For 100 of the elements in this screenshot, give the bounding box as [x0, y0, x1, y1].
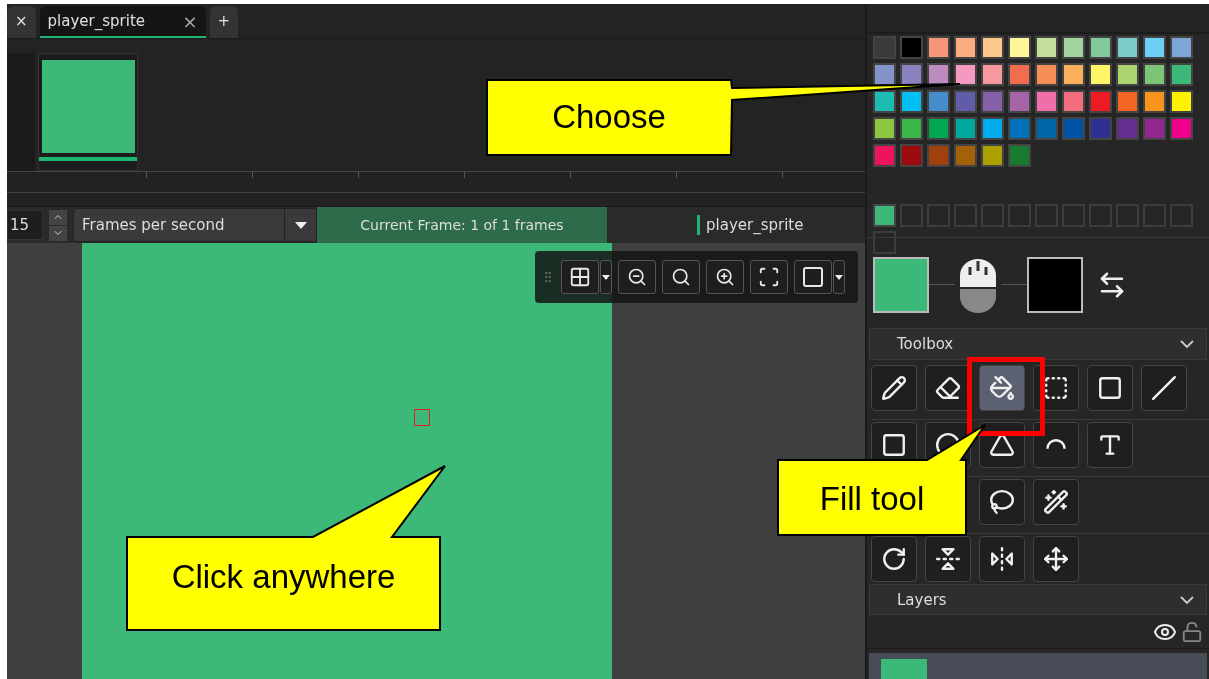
zoom-reset-button[interactable] [662, 260, 700, 294]
tool-button[interactable] [1033, 478, 1079, 525]
decrement-button[interactable] [49, 225, 67, 241]
tool-button[interactable] [925, 535, 971, 582]
color-swatch[interactable] [981, 62, 1004, 86]
color-swatch[interactable] [1035, 89, 1058, 113]
color-swatch[interactable] [1008, 89, 1031, 113]
color-swatch[interactable] [927, 35, 950, 59]
grid-dropdown-button[interactable] [600, 260, 612, 294]
new-tab-button[interactable]: + [209, 6, 239, 38]
square-icon [1097, 374, 1123, 401]
close-tab-button[interactable]: × [7, 6, 36, 38]
color-swatch[interactable] [873, 62, 896, 86]
zoom-in-button[interactable] [706, 260, 744, 294]
tool-button[interactable] [1087, 364, 1133, 411]
color-swatch[interactable] [954, 116, 977, 140]
color-swatch[interactable] [1089, 35, 1112, 59]
color-swatch[interactable] [1062, 62, 1085, 86]
color-swatch[interactable] [900, 89, 923, 113]
caret-icon [835, 274, 843, 280]
speed-unit-dropdown[interactable]: Frames per second [73, 208, 317, 242]
secondary-color-swatch[interactable] [1027, 256, 1083, 313]
color-swatch[interactable] [873, 35, 896, 59]
custom-color-swatch[interactable] [873, 203, 896, 227]
color-swatch[interactable] [954, 143, 977, 167]
color-swatch[interactable] [1008, 143, 1031, 167]
tool-button[interactable] [1033, 421, 1079, 468]
zoom-in-icon [715, 267, 735, 287]
color-swatch[interactable] [873, 116, 896, 140]
frame-thumbnail[interactable] [38, 53, 138, 171]
color-swatch[interactable] [1170, 35, 1193, 59]
color-swatch[interactable] [981, 89, 1004, 113]
color-swatch[interactable] [1116, 62, 1139, 86]
color-swatch[interactable] [981, 143, 1004, 167]
color-swatch[interactable] [981, 35, 1004, 59]
color-swatch[interactable] [1008, 116, 1031, 140]
color-swatch[interactable] [900, 35, 923, 59]
increment-button[interactable] [49, 209, 67, 225]
tool-button[interactable] [871, 535, 917, 582]
color-swatch[interactable] [873, 89, 896, 113]
toolbox-header[interactable]: Toolbox [869, 328, 1207, 360]
color-swatch[interactable] [1062, 35, 1085, 59]
zoom-out-icon [627, 267, 647, 287]
color-swatch[interactable] [927, 89, 950, 113]
fit-button[interactable] [750, 260, 788, 294]
background-dropdown-button[interactable] [833, 260, 845, 294]
line-icon [1151, 374, 1177, 401]
color-swatch[interactable] [927, 143, 950, 167]
color-swatch[interactable] [1035, 116, 1058, 140]
color-swatch[interactable] [900, 116, 923, 140]
color-swatch[interactable] [873, 143, 896, 167]
color-swatch[interactable] [981, 116, 1004, 140]
tool-button[interactable] [1087, 421, 1133, 468]
color-swatch[interactable] [1116, 89, 1139, 113]
color-swatch[interactable] [1116, 35, 1139, 59]
tool-button[interactable] [979, 478, 1025, 525]
color-swatch[interactable] [927, 116, 950, 140]
color-swatch[interactable] [900, 143, 923, 167]
color-swatch[interactable] [1143, 35, 1166, 59]
color-swatch[interactable] [1035, 62, 1058, 86]
arc-icon [1046, 439, 1066, 451]
document-tab[interactable]: player_sprite × [39, 6, 206, 38]
tool-button[interactable] [979, 364, 1025, 411]
previous-frame-thumbnail[interactable] [7, 53, 35, 171]
tool-button[interactable] [1033, 535, 1079, 582]
color-swatch[interactable] [1143, 62, 1166, 86]
grid-button[interactable] [561, 260, 599, 294]
color-swatch[interactable] [1062, 89, 1085, 113]
color-swatch[interactable] [954, 62, 977, 86]
caret-icon [294, 221, 307, 229]
primary-color-swatch[interactable] [873, 256, 929, 313]
tool-button[interactable] [1141, 364, 1187, 411]
unlock-icon[interactable] [1181, 620, 1203, 643]
color-swatch[interactable] [1143, 89, 1166, 113]
color-swatch[interactable] [1089, 89, 1112, 113]
color-swatch[interactable] [927, 62, 950, 86]
color-swatch[interactable] [1089, 116, 1112, 140]
color-swatch[interactable] [1170, 116, 1193, 140]
layers-header[interactable]: Layers [869, 583, 1207, 616]
tool-button[interactable] [979, 535, 1025, 582]
tool-button[interactable] [871, 364, 917, 411]
color-swatch[interactable] [1062, 116, 1085, 140]
layer-row[interactable] [869, 653, 1207, 679]
color-swatch[interactable] [1008, 62, 1031, 86]
color-swatch[interactable] [1143, 116, 1166, 140]
color-swatch[interactable] [1008, 35, 1031, 59]
tool-button[interactable] [1033, 364, 1079, 411]
sprite-name: player_sprite [697, 215, 804, 235]
color-swatch[interactable] [1035, 35, 1058, 59]
color-swatch[interactable] [954, 35, 977, 59]
color-swatch[interactable] [1116, 116, 1139, 140]
chevron-down-icon [1180, 595, 1194, 604]
color-swatch[interactable] [954, 89, 977, 113]
close-button[interactable]: × [182, 10, 198, 32]
color-swatch[interactable] [900, 62, 923, 86]
zoom-out-button[interactable] [618, 260, 656, 294]
color-swatch[interactable] [1170, 62, 1193, 86]
speed-field[interactable]: 15 [7, 210, 43, 240]
color-swatch[interactable] [1089, 62, 1112, 86]
color-swatch[interactable] [1170, 89, 1193, 113]
